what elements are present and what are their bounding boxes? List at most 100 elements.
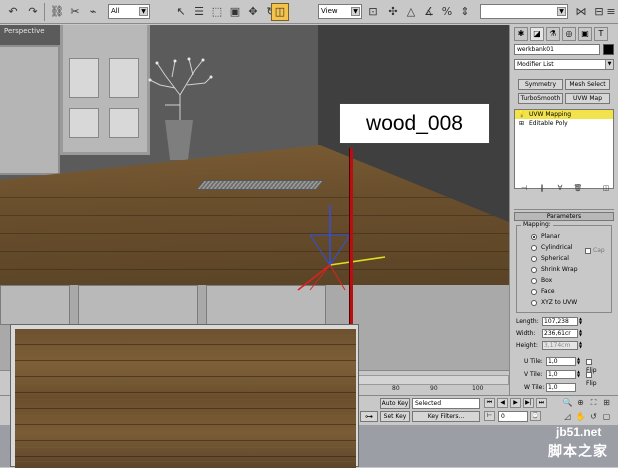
zoom-icon[interactable]: 🔍 [562, 397, 573, 408]
spinner-icon[interactable]: ▲ ▼ [579, 317, 584, 326]
key-mode-icon[interactable]: ⊢ [484, 411, 495, 421]
spinner-icon[interactable]: ▲ ▼ [579, 329, 584, 338]
radio-button[interactable] [531, 255, 537, 262]
length-field[interactable]: 107,238 [542, 317, 578, 326]
height-field[interactable]: 3,174cm [542, 341, 578, 350]
spinner-icon[interactable]: ▲ ▼ [577, 357, 582, 366]
transform-gizmo[interactable] [290, 205, 390, 305]
pan-icon[interactable]: ✋ [575, 411, 586, 422]
zoom-extents-all-icon[interactable]: ⊞ [601, 397, 612, 408]
w-tile-field[interactable]: 1,0 [546, 383, 576, 392]
auto-key-button[interactable]: Auto Key [380, 398, 410, 409]
modifier-list-dropdown[interactable]: Modifier List ▼ [514, 59, 614, 70]
select-object-icon[interactable]: ↖ [172, 3, 190, 21]
modify-tab-icon[interactable]: ◪ [530, 27, 544, 41]
mapping-option-planar[interactable]: Planar [531, 233, 560, 241]
checkbox[interactable] [586, 358, 592, 365]
mapping-option-box[interactable]: Box [531, 277, 552, 285]
stack-item-editable-poly[interactable]: ⊞ Editable Poly [515, 119, 613, 128]
key-icon[interactable]: ⊶ [360, 411, 378, 422]
display-tab-icon[interactable]: ▣ [578, 27, 592, 41]
select-and-move-icon[interactable]: ✥ [244, 3, 262, 21]
v-flip-checkbox[interactable]: Flip [586, 370, 597, 388]
pin-stack-icon[interactable]: ⊣ [518, 183, 530, 193]
cap-checkbox[interactable]: Cap [585, 247, 605, 254]
percent-snap-icon[interactable]: % [438, 3, 456, 21]
zoom-extents-icon[interactable]: ⛶ [588, 397, 599, 408]
u-tile-field[interactable]: 1,0 [546, 357, 576, 366]
lightbulb-icon[interactable]: 💡 [518, 111, 525, 118]
time-configuration-icon[interactable]: ⌚ [530, 411, 541, 421]
parameters-rollout-header[interactable]: Parameters [514, 212, 614, 221]
region-select-icon[interactable]: ⬚ [208, 3, 226, 21]
mapping-option-cylindrical[interactable]: Cylindrical [531, 244, 572, 252]
object-color-swatch[interactable] [603, 44, 614, 55]
expand-plus-icon[interactable]: ⊞ [518, 120, 525, 127]
remove-modifier-icon[interactable]: 🗑 [572, 183, 584, 193]
configure-sets-icon[interactable]: ◫ [600, 183, 612, 193]
undo-icon[interactable]: ↶ [4, 3, 22, 21]
maximize-viewport-icon[interactable]: ▢ [601, 411, 612, 422]
mapping-option-shrink-wrap[interactable]: Shrink Wrap [531, 266, 578, 274]
selection-filter-dropdown[interactable]: All ▼ [108, 4, 150, 19]
reference-coordinate-dropdown[interactable]: View ▼ [318, 4, 362, 19]
mapping-option-xyz-to-uvw[interactable]: XYZ to UVW [531, 299, 577, 307]
current-frame-field[interactable]: 0 [498, 411, 528, 422]
previous-frame-icon[interactable]: ◀ [497, 398, 508, 408]
make-unique-icon[interactable]: ∀ [554, 183, 566, 193]
bind-to-space-warp-icon[interactable]: ⌁ [84, 3, 102, 21]
viewport-label[interactable]: Perspective [4, 27, 45, 35]
set-key-button[interactable]: Set Key [380, 411, 410, 422]
object-name-field[interactable]: werkbank01 [514, 44, 600, 55]
modifier-stack[interactable]: 💡 UVW Mapping ⊞ Editable Poly [514, 109, 614, 189]
stack-item-uvw-mapping[interactable]: 💡 UVW Mapping [515, 110, 613, 119]
spinner-snap-icon[interactable]: ⇕ [456, 3, 474, 21]
radio-button[interactable] [531, 288, 537, 295]
mirror-icon[interactable]: ⋈ [572, 3, 590, 21]
select-by-name-icon[interactable]: ☰ [190, 3, 208, 21]
checkbox[interactable] [586, 371, 592, 378]
go-to-start-icon[interactable]: ⏮ [484, 398, 495, 408]
radio-button[interactable] [531, 244, 537, 251]
go-to-end-icon[interactable]: ⏭ [536, 398, 547, 408]
symmetry-button[interactable]: Symmetry [518, 79, 563, 90]
show-end-result-icon[interactable]: ‖ [536, 183, 548, 193]
create-tab-icon[interactable]: ✱ [514, 27, 528, 41]
checkbox[interactable] [585, 247, 591, 254]
selection-set-dropdown[interactable]: Selected [412, 398, 480, 409]
motion-tab-icon[interactable]: ◎ [562, 27, 576, 41]
mapping-option-spherical[interactable]: Spherical [531, 255, 569, 263]
spinner-icon[interactable]: ▲ ▼ [577, 370, 582, 379]
zoom-all-icon[interactable]: ⊕ [575, 397, 586, 408]
v-tile-field[interactable]: 1,0 [546, 370, 576, 379]
mesh-select-button[interactable]: Mesh Select [565, 79, 610, 90]
snaps-toggle-icon[interactable]: △ [402, 3, 420, 21]
uvw-map-button[interactable]: UVW Map [565, 93, 610, 104]
spinner-icon[interactable]: ▲ ▼ [579, 341, 584, 350]
perspective-viewport[interactable]: wood_008 Perspective [0, 25, 509, 370]
pivot-center-icon[interactable]: ⊡ [364, 3, 382, 21]
radio-button[interactable] [531, 266, 537, 273]
layer-manager-icon[interactable]: ≡ [604, 3, 618, 21]
select-and-link-icon[interactable]: ⛓ [48, 3, 66, 21]
hierarchy-tab-icon[interactable]: ⚗ [546, 27, 560, 41]
key-filters-button[interactable]: Key Filters... [412, 411, 480, 422]
angle-snap-icon[interactable]: ∡ [420, 3, 438, 21]
manipulate-icon[interactable]: ✣ [384, 3, 402, 21]
window-crossing-icon[interactable]: ▣ [226, 3, 244, 21]
radio-button[interactable] [531, 299, 537, 306]
redo-icon[interactable]: ↷ [24, 3, 42, 21]
field-of-view-icon[interactable]: ◿ [562, 411, 573, 422]
orbit-icon[interactable]: ↺ [588, 411, 599, 422]
mapping-option-face[interactable]: Face [531, 288, 555, 296]
radio-button[interactable] [531, 233, 537, 240]
utilities-tab-icon[interactable]: T [594, 27, 608, 41]
select-and-scale-icon[interactable]: ◫ [271, 3, 289, 21]
track-bar[interactable] [352, 375, 509, 385]
width-field[interactable]: 236,61cr [542, 329, 578, 338]
named-selection-sets-field[interactable]: ▼ [480, 4, 568, 19]
turbosmooth-button[interactable]: TurboSmooth [518, 93, 563, 104]
next-frame-icon[interactable]: ▶| [523, 398, 534, 408]
play-icon[interactable]: ▶ [510, 398, 521, 408]
unlink-selection-icon[interactable]: ✂ [66, 3, 84, 21]
